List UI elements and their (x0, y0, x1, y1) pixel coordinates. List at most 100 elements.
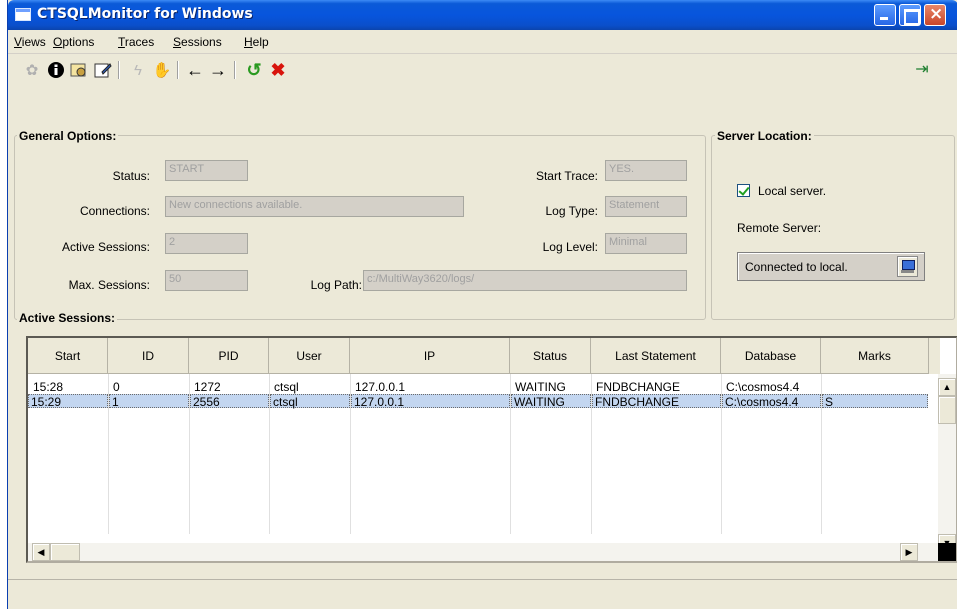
info-icon[interactable] (46, 60, 66, 80)
cell-id: 0 (113, 380, 120, 394)
sessions-header: Start ID PID User IP Status Last Stateme… (28, 338, 940, 374)
menu-sessions-label: essions (181, 35, 222, 49)
scroll-up-button[interactable]: ▲ (938, 378, 956, 396)
column-pid[interactable]: PID (189, 338, 269, 374)
general-options-group (14, 135, 706, 320)
remote-server-label: Remote Server: (737, 221, 822, 235)
maximize-button[interactable] (899, 4, 921, 26)
scroll-thumb[interactable] (938, 396, 956, 424)
title-bar[interactable]: CTSQLMonitor for Windows × (8, 0, 957, 30)
hand-icon[interactable]: ✋ (152, 60, 172, 80)
menu-bar: Views Options Traces Sessions Help (8, 30, 957, 54)
menu-views[interactable]: Views (14, 35, 46, 49)
sessions-list[interactable]: Start ID PID User IP Status Last Stateme… (26, 336, 957, 563)
main-window: CTSQLMonitor for Windows × Views Options… (7, 0, 957, 609)
menu-sessions[interactable]: Sessions (173, 35, 222, 49)
column-start[interactable]: Start (28, 338, 108, 374)
column-pid-label: PID (218, 349, 239, 363)
column-database[interactable]: Database (721, 338, 821, 374)
table-row-selected[interactable]: 15:29 1 2556 ctsql 127.0.0.1 WAITING FND… (28, 394, 928, 409)
refresh-icon[interactable]: ↺ (244, 60, 264, 80)
app-icon (15, 8, 31, 21)
status-bar (8, 579, 957, 609)
cell-user: ctsql (274, 380, 299, 394)
column-ip-label: IP (423, 349, 436, 363)
menu-help[interactable]: Help (244, 35, 269, 49)
scroll-left-button[interactable]: ◀ (32, 543, 50, 561)
connection-status-box: Connected to local. (737, 252, 925, 281)
server-location-title: Server Location: (715, 129, 814, 143)
cell-status: WAITING (511, 394, 591, 409)
local-server-checkbox[interactable] (737, 184, 750, 197)
toolbar-separator (118, 61, 120, 79)
log-path-field: c:/MultiWay3620/logs/ (363, 270, 687, 291)
general-options-title: General Options: (17, 129, 119, 143)
status-label: Status: (112, 169, 150, 183)
edit-icon[interactable] (93, 60, 113, 80)
column-user[interactable]: User (269, 338, 350, 374)
start-trace-field: YES. (605, 160, 687, 181)
connections-label: Connections: (79, 204, 150, 218)
horizontal-scrollbar[interactable]: ◀ ▶ (28, 543, 940, 561)
log-path-label: Log Path: (310, 278, 362, 292)
close-icon: × (929, 4, 944, 24)
table-row[interactable]: 15:28 0 1272 ctsql 127.0.0.1 WAITING FND… (28, 380, 928, 394)
toolbar-separator (234, 61, 236, 79)
toolbar-separator (177, 61, 179, 79)
connection-status-text: Connected to local. (745, 260, 848, 274)
cell-database: C:\cosmos4.4 (722, 394, 821, 409)
scroll-corner (938, 543, 956, 561)
menu-views-label: iews (21, 35, 46, 49)
cell-last-statement: FNDBCHANGE (596, 380, 681, 394)
column-marks[interactable]: Marks (821, 338, 929, 374)
delete-icon[interactable]: ✖ (268, 60, 288, 80)
menu-options[interactable]: Options (53, 35, 94, 49)
exit-icon[interactable]: ⇥ (912, 60, 932, 80)
menu-views-accel: V (14, 35, 22, 49)
column-id[interactable]: ID (108, 338, 189, 374)
cell-last-statement: FNDBCHANGE (592, 394, 721, 409)
active-sessions-title: Active Sessions: (17, 311, 118, 325)
active-sessions-field: 2 (165, 233, 248, 254)
column-last-statement[interactable]: Last Statement (591, 338, 721, 374)
scroll-right-button[interactable]: ▶ (900, 543, 918, 561)
minimize-button[interactable] (874, 4, 896, 26)
cell-pid: 2556 (190, 394, 269, 409)
window-title: CTSQLMonitor for Windows (37, 6, 253, 22)
menu-sessions-accel: S (173, 35, 182, 49)
close-button[interactable]: × (924, 4, 946, 26)
horizontal-scroll-thumb[interactable] (50, 543, 80, 561)
connect-icon[interactable]: ✿ (22, 60, 42, 80)
vertical-scrollbar[interactable]: ▲ ▼ (938, 374, 956, 552)
log-type-field: Statement (605, 196, 687, 217)
local-server-label: Local server. (758, 184, 827, 198)
column-last-statement-label: Last Statement (615, 349, 696, 363)
toolbar: ✿ ϟ ✋ ← → ↺ ✖ ⇥ (8, 55, 957, 85)
menu-traces-accel: T (118, 35, 125, 49)
start-trace-label: Start Trace: (535, 169, 598, 183)
menu-help-accel: H (244, 35, 253, 49)
arrow-right-icon[interactable]: → (208, 60, 228, 80)
menu-help-label: elp (252, 35, 269, 49)
column-marks-label: Marks (858, 349, 891, 363)
log-level-field: Minimal (605, 233, 687, 254)
computer-icon[interactable] (897, 256, 918, 277)
cell-status: WAITING (515, 380, 566, 394)
column-status[interactable]: Status (510, 338, 591, 374)
cell-id: 1 (109, 394, 189, 409)
lightning-icon[interactable]: ϟ (128, 60, 148, 80)
column-status-label: Status (532, 349, 568, 363)
cell-pid: 1272 (194, 380, 221, 394)
arrow-left-icon[interactable]: ← (185, 60, 205, 80)
active-sessions-label: Active Sessions: (61, 240, 150, 254)
menu-traces[interactable]: Traces (118, 35, 154, 49)
cell-marks: S (822, 394, 928, 409)
settings-icon[interactable] (69, 60, 89, 80)
cell-user: ctsql (270, 394, 350, 409)
cell-marks (824, 380, 928, 394)
max-sessions-label: Max. Sessions: (68, 278, 150, 292)
cell-ip: 127.0.0.1 (355, 380, 406, 394)
max-sessions-field: 50 (165, 270, 248, 291)
column-ip[interactable]: IP (350, 338, 510, 374)
log-type-label: Log Type: (545, 204, 599, 218)
